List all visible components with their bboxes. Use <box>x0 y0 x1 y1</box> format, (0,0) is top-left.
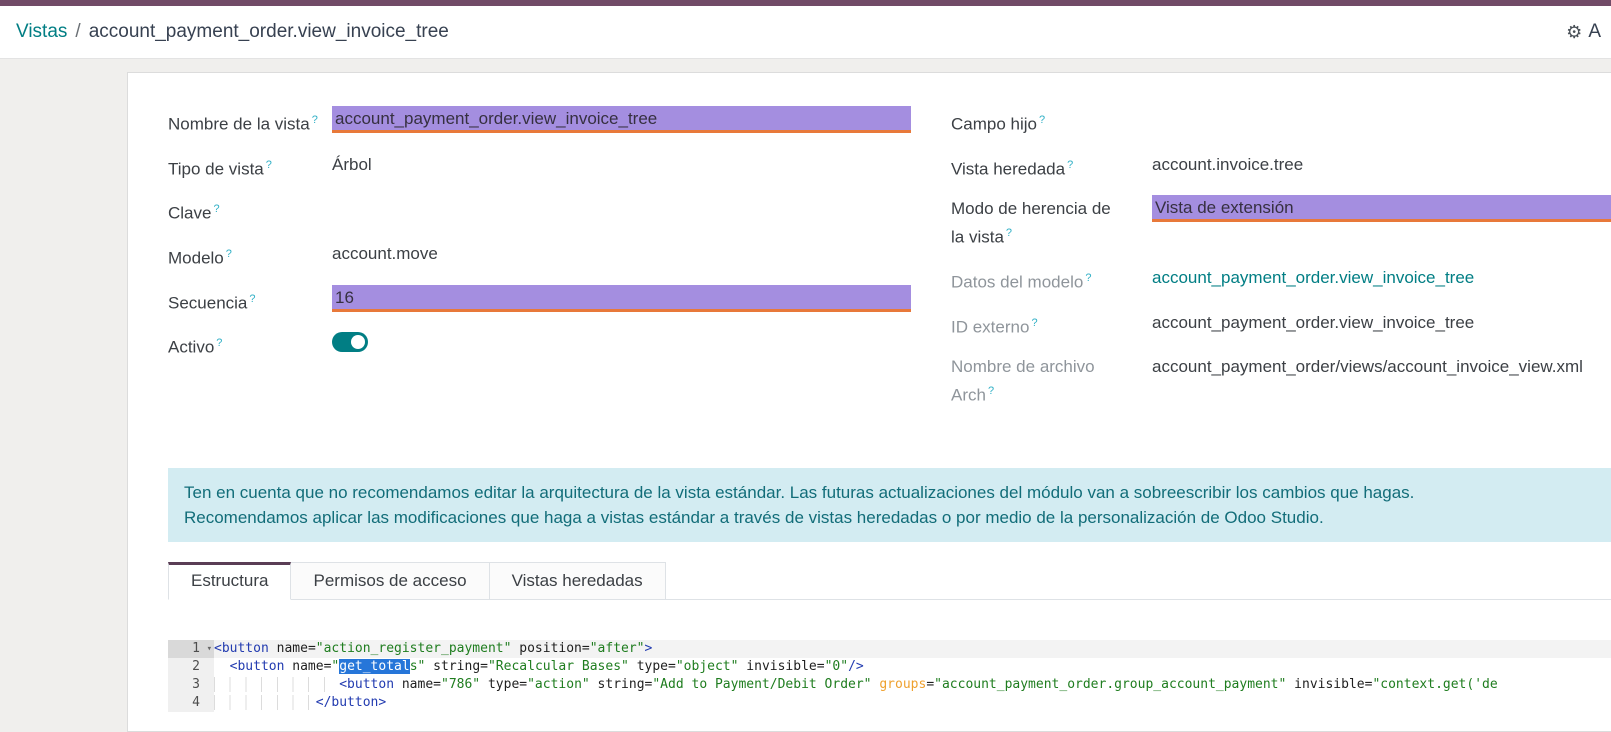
standard-view-warning-alert: Ten en cuenta que no recomendamos editar… <box>168 468 1611 542</box>
help-icon[interactable]: ? <box>988 385 994 397</box>
field-label-nombre-de-archivo-arch: Nombre de archivo Arch? <box>951 353 1152 408</box>
field-campo-hijo: Campo hijo? <box>951 106 1611 137</box>
gutter-line-4[interactable]: 4 <box>168 694 214 712</box>
gutter-line-3[interactable]: 3 <box>168 676 214 694</box>
field-activo: Activo? <box>168 329 911 360</box>
help-icon[interactable]: ? <box>1031 317 1037 329</box>
alert-line-2: Recomendamos aplicar las modificaciones … <box>184 505 1610 530</box>
column-gap <box>911 106 951 422</box>
field-modo-de-herencia-de-la-vista: Modo de herencia de la vista?Vista de ex… <box>951 195 1611 250</box>
help-icon[interactable]: ? <box>216 337 222 349</box>
code-line-3[interactable]: <button name="786" type="action" string=… <box>214 676 1611 694</box>
field-label-activo: Activo? <box>168 329 332 360</box>
gear-icon[interactable]: ⚙ <box>1566 22 1582 43</box>
field-label-tipo-de-vista: Tipo de vista? <box>168 151 332 182</box>
alert-line-1: Ten en cuenta que no recomendamos editar… <box>184 480 1610 505</box>
action-menu-label[interactable]: A <box>1588 21 1601 43</box>
field-label-secuencia: Secuencia? <box>168 285 332 316</box>
form-columns: Nombre de la vista?account_payment_order… <box>168 106 1611 422</box>
form-column-right: Campo hijo? Vista heredada?account.invoic… <box>951 106 1611 422</box>
help-icon[interactable]: ? <box>1006 227 1012 239</box>
field-label-modo-de-herencia-de-la-vista: Modo de herencia de la vista? <box>951 195 1152 250</box>
field-id-externo: ID externo?account_payment_order.view_in… <box>951 309 1611 340</box>
help-icon[interactable]: ? <box>1085 272 1091 284</box>
help-icon[interactable]: ? <box>266 159 272 171</box>
help-icon[interactable]: ? <box>249 293 255 305</box>
gutter-line-2[interactable]: 2 <box>168 658 214 676</box>
notebook-tabs: EstructuraPermisos de accesoVistas hered… <box>168 562 1611 600</box>
breadcrumb-separator: / <box>75 21 80 43</box>
form-column-left: Nombre de la vista?account_payment_order… <box>168 106 911 422</box>
help-icon[interactable]: ? <box>1039 114 1045 126</box>
field-label-modelo: Modelo? <box>168 240 332 271</box>
field-vista-heredada: Vista heredada?account.invoice.tree <box>951 151 1611 182</box>
code-line-4[interactable]: </button> <box>214 694 1611 712</box>
tab-permisos-de-acceso[interactable]: Permisos de acceso <box>291 562 489 600</box>
field-value-tipo-de-vista: Árbol <box>332 151 911 178</box>
tab-vistas-heredadas[interactable]: Vistas heredadas <box>490 562 666 600</box>
field-value-id-externo: account_payment_order.view_invoice_tree <box>1152 309 1611 336</box>
code-line-1[interactable]: <button name="action_register_payment" p… <box>214 640 1611 658</box>
field-value-datos-del-modelo[interactable]: account_payment_order.view_invoice_tree <box>1152 264 1611 291</box>
help-icon[interactable]: ? <box>312 114 318 126</box>
field-value-vista-heredada: account.invoice.tree <box>1152 151 1611 178</box>
field-datos-del-modelo: Datos del modelo?account_payment_order.v… <box>951 264 1611 295</box>
field-tipo-de-vista: Tipo de vista?Árbol <box>168 151 911 182</box>
field-value-activo <box>332 329 911 352</box>
field-clave: Clave? <box>168 195 911 226</box>
field-label-campo-hijo: Campo hijo? <box>951 106 1152 137</box>
code-line-2[interactable]: <button name="get_totals" string="Recalc… <box>214 658 1611 676</box>
field-label-id-externo: ID externo? <box>951 309 1152 340</box>
field-value-nombre-de-archivo-arch: account_payment_order/views/account_invo… <box>1152 353 1611 380</box>
field-secuencia: Secuencia?16 <box>168 285 911 316</box>
tab-estructura[interactable]: Estructura <box>168 562 291 600</box>
field-value-modo-de-herencia-de-la-vista[interactable]: Vista de extensión <box>1152 195 1611 222</box>
field-label-clave: Clave? <box>168 195 332 226</box>
fold-toggle-icon[interactable]: ▾ <box>207 640 212 658</box>
action-menu[interactable]: ⚙ A <box>1566 21 1601 43</box>
code-editor[interactable]: 1▾234 <button name="action_register_paym… <box>168 640 1611 712</box>
help-icon[interactable]: ? <box>226 248 232 260</box>
field-value-nombre-de-la-vista[interactable]: account_payment_order.view_invoice_tree <box>332 106 911 133</box>
field-label-nombre-de-la-vista: Nombre de la vista? <box>168 106 332 137</box>
field-nombre-de-la-vista: Nombre de la vista?account_payment_order… <box>168 106 911 137</box>
form-sheet: Nombre de la vista?account_payment_order… <box>127 72 1611 732</box>
field-label-vista-heredada: Vista heredada? <box>951 151 1152 182</box>
help-icon[interactable]: ? <box>213 203 219 215</box>
editor-gutter: 1▾234 <box>168 640 214 712</box>
breadcrumb-record-name: account_payment_order.view_invoice_tree <box>89 21 449 43</box>
field-value-secuencia[interactable]: 16 <box>332 285 911 312</box>
breadcrumb-vistas-link[interactable]: Vistas <box>16 21 67 43</box>
field-label-datos-del-modelo: Datos del modelo? <box>951 264 1152 295</box>
field-modelo: Modelo?account.move <box>168 240 911 271</box>
field-nombre-de-archivo-arch: Nombre de archivo Arch?account_payment_o… <box>951 353 1611 408</box>
help-icon[interactable]: ? <box>1067 159 1073 171</box>
editor-code[interactable]: <button name="action_register_payment" p… <box>214 640 1611 712</box>
gutter-line-1[interactable]: 1▾ <box>168 640 214 658</box>
breadcrumb-bar: Vistas / account_payment_order.view_invo… <box>0 6 1611 59</box>
toggle-activo[interactable] <box>332 332 368 352</box>
breadcrumb: Vistas / account_payment_order.view_invo… <box>16 21 449 43</box>
field-value-modelo: account.move <box>332 240 911 267</box>
